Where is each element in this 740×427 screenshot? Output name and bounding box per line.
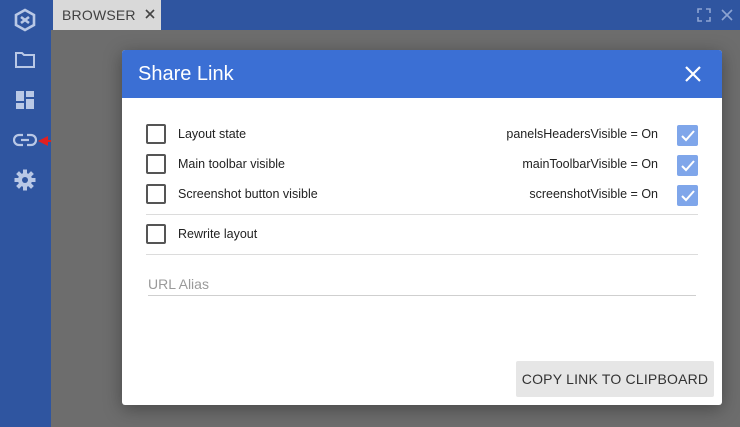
main-toolbar-visible-checkbox[interactable] (677, 155, 698, 176)
divider (146, 254, 698, 255)
copy-link-button[interactable]: COPY LINK TO CLIPBOARD (516, 361, 714, 397)
screenshot-button-checkbox[interactable] (146, 184, 166, 204)
option-main-toolbar: Main toolbar visible mainToolbarVisible … (146, 154, 698, 176)
option-label: Rewrite layout (178, 227, 258, 241)
option-label: Screenshot button visible (178, 187, 318, 201)
close-icon[interactable] (683, 64, 703, 84)
screenshot-visible-checkbox[interactable] (677, 185, 698, 206)
tab-close-icon[interactable] (143, 7, 157, 21)
tab-bar: BROWSER (51, 0, 740, 30)
option-status: screenshotVisible = On (529, 187, 658, 201)
panel-close-icon[interactable] (720, 8, 734, 22)
gear-icon[interactable] (11, 166, 39, 194)
tab-label: BROWSER (62, 7, 136, 23)
dialog-title: Share Link (138, 63, 234, 85)
url-alias-input[interactable] (148, 272, 696, 296)
checkmark-icon (680, 129, 695, 141)
folder-icon[interactable] (11, 46, 39, 74)
layout-state-checkbox[interactable] (146, 124, 166, 144)
divider (146, 214, 698, 215)
dialog-header: Share Link (122, 50, 722, 98)
panels-headers-visible-checkbox[interactable] (677, 125, 698, 146)
option-status: mainToolbarVisible = On (522, 157, 658, 171)
dashboard-icon[interactable] (11, 86, 39, 114)
option-rewrite-layout: Rewrite layout (146, 224, 698, 246)
option-layout-state: Layout state panelsHeadersVisible = On (146, 124, 698, 146)
option-status: panelsHeadersVisible = On (506, 127, 658, 141)
sidebar (0, 0, 51, 427)
share-link-dialog: Share Link Layout state panelsHeadersVis… (122, 50, 722, 405)
option-label: Main toolbar visible (178, 157, 285, 171)
tab-browser[interactable]: BROWSER (53, 0, 161, 30)
checkmark-icon (680, 189, 695, 201)
main-toolbar-checkbox[interactable] (146, 154, 166, 174)
fullscreen-icon[interactable] (697, 8, 711, 22)
checkmark-icon (680, 159, 695, 171)
logo-icon[interactable] (11, 6, 39, 34)
option-screenshot-button: Screenshot button visible screenshotVisi… (146, 184, 698, 206)
rewrite-layout-checkbox[interactable] (146, 224, 166, 244)
link-icon[interactable] (11, 126, 39, 154)
option-label: Layout state (178, 127, 247, 141)
